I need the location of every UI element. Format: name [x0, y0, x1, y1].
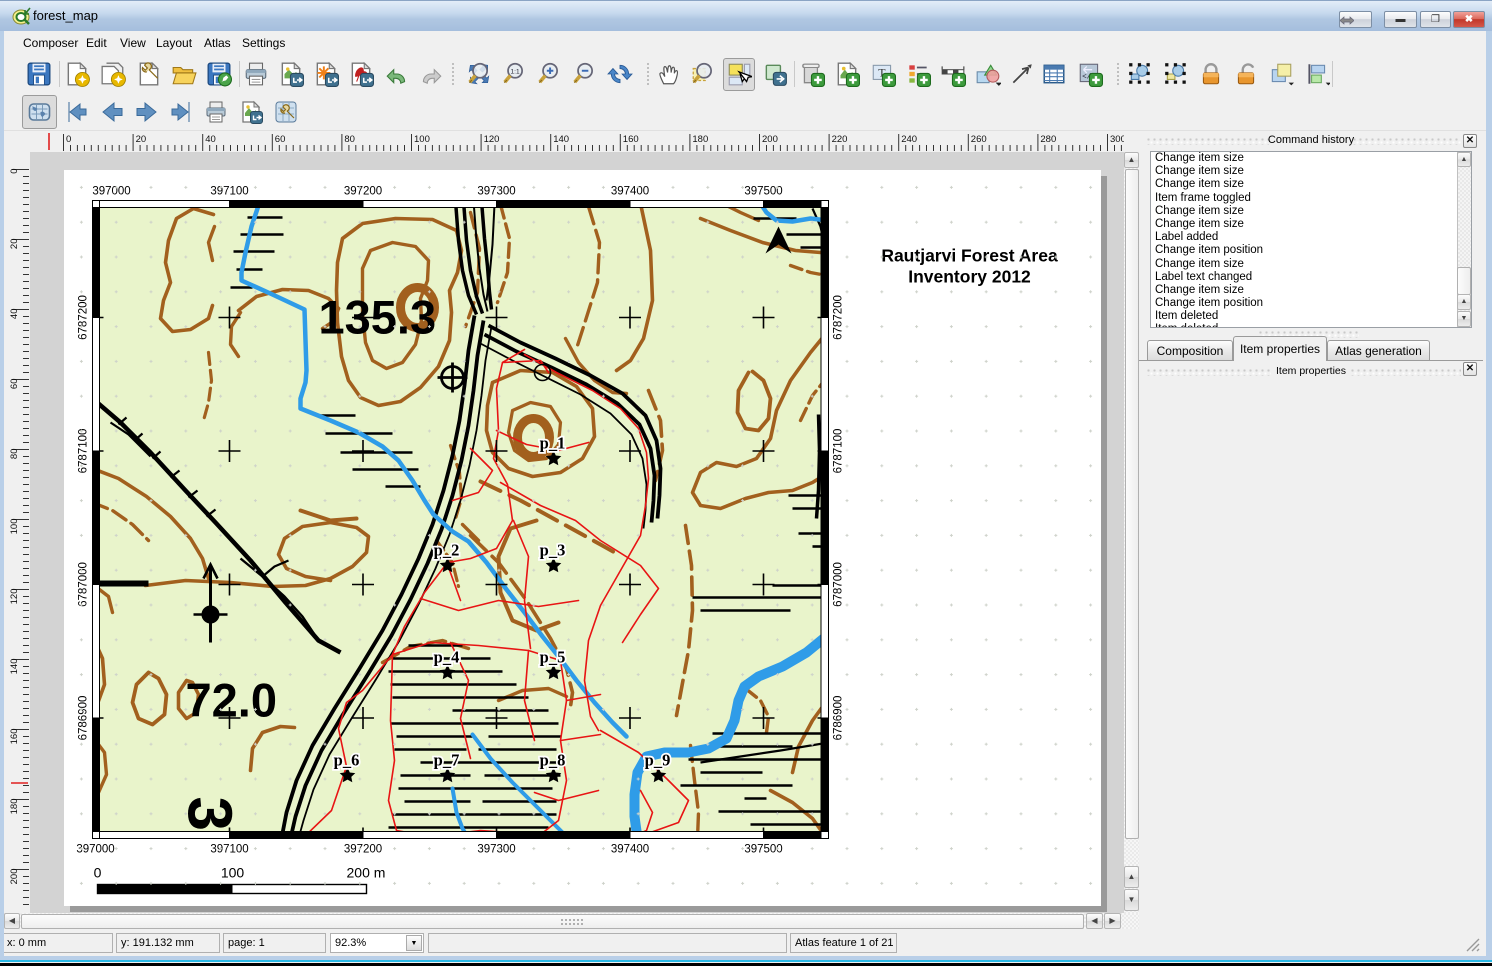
svg-text:80: 80	[344, 134, 355, 145]
svg-text:300: 300	[1110, 134, 1124, 145]
svg-text:280: 280	[1040, 134, 1056, 145]
svg-text:140: 140	[553, 134, 569, 145]
svg-text:40: 40	[9, 309, 20, 320]
svg-text:100: 100	[414, 134, 430, 145]
svg-text:0: 0	[9, 169, 20, 174]
svg-text:180: 180	[9, 799, 20, 815]
svg-text:60: 60	[9, 379, 20, 390]
svg-text:20: 20	[9, 239, 20, 250]
svg-text:200: 200	[762, 134, 778, 145]
svg-text:160: 160	[9, 729, 20, 745]
svg-text:220: 220	[832, 134, 848, 145]
svg-text:200: 200	[9, 869, 20, 885]
svg-text:180: 180	[692, 134, 708, 145]
svg-text:80: 80	[9, 449, 20, 460]
svg-text:100: 100	[9, 519, 20, 535]
svg-text:60: 60	[275, 134, 286, 145]
svg-text:260: 260	[971, 134, 987, 145]
svg-text:160: 160	[623, 134, 639, 145]
svg-text:120: 120	[9, 589, 20, 605]
svg-text:0: 0	[66, 134, 71, 145]
svg-text:40: 40	[205, 134, 216, 145]
svg-text:1:1: 1:1	[511, 68, 520, 75]
svg-text:240: 240	[901, 134, 917, 145]
svg-text:20: 20	[136, 134, 147, 145]
svg-text:120: 120	[484, 134, 500, 145]
svg-text:140: 140	[9, 659, 20, 675]
